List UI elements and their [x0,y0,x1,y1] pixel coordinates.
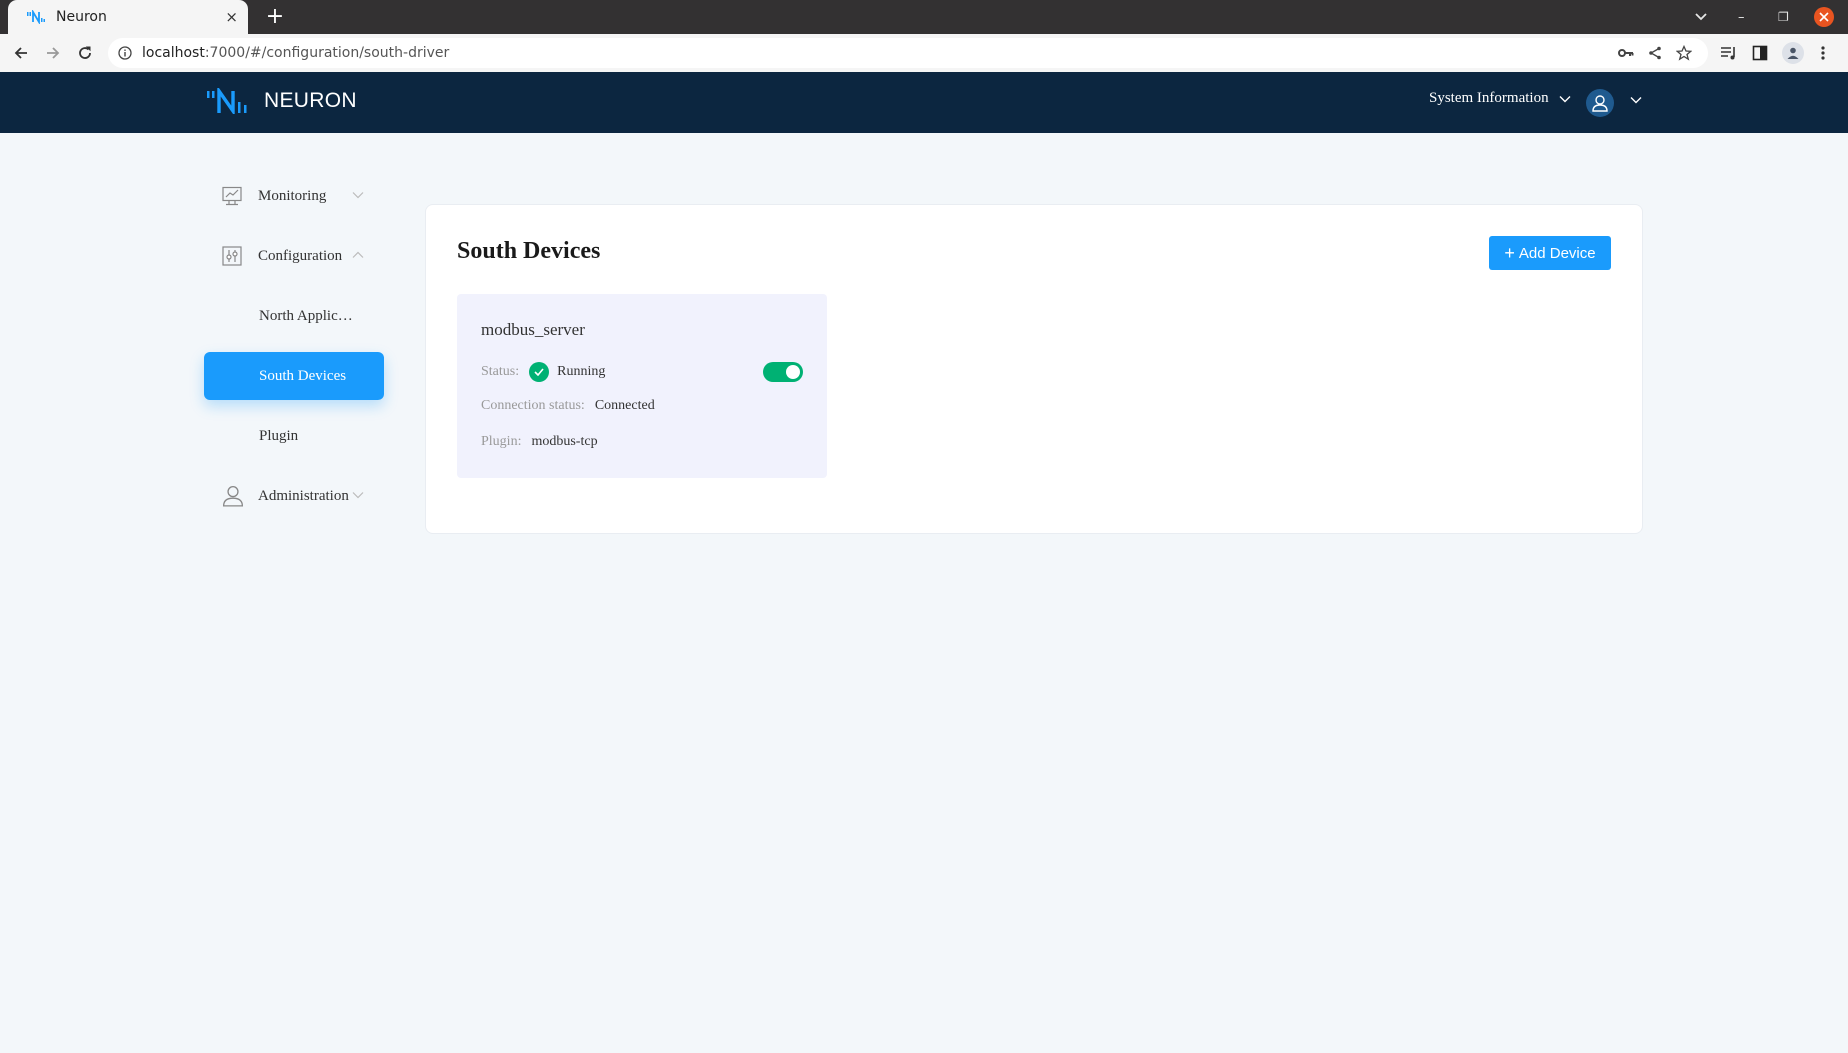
tab-close-icon[interactable]: × [225,8,238,26]
sidebar-item-monitoring[interactable]: Monitoring [204,172,384,220]
connection-status-row: Connection status: Connected [481,398,655,414]
add-device-button[interactable]: + Add Device [1489,236,1611,270]
sidebar-item-configuration[interactable]: Configuration [204,232,384,280]
new-tab-button[interactable]: + [260,2,290,32]
system-information-menu[interactable]: System Information [1429,90,1571,107]
logo[interactable]: NEURON [206,88,357,114]
neuron-logo-icon [207,88,247,114]
browser-tab-bar: Neuron × + – ❐ [0,0,1848,34]
url-host: localhost [142,45,205,61]
chevron-down-icon [352,192,364,199]
url-text: localhost:7000/#/configuration/south-dri… [142,45,449,61]
sidebar-item-south-devices[interactable]: South Devices [204,352,384,400]
system-information-label: System Information [1429,90,1549,106]
sidebar-item-label: South Devices [259,367,347,384]
sliders-icon [222,246,242,266]
connection-status-value: Connected [594,398,655,413]
sidebar-item-label: Plugin [259,427,299,444]
status-value: Running [557,364,606,379]
sidebar-item-label: Administration [258,487,349,504]
back-button[interactable] [8,40,34,66]
sidebar-item-plugin[interactable]: Plugin [204,412,384,460]
reload-button[interactable] [72,40,98,66]
key-icon[interactable] [1618,48,1634,58]
status-row: Status: Running [481,362,605,382]
arrow-left-icon [14,47,27,59]
chevron-up-icon [352,251,364,258]
status-label: Status: [481,364,520,379]
plugin-value: modbus-tcp [531,434,598,449]
star-icon[interactable] [1676,45,1692,61]
side-panel-icon[interactable] [1752,38,1768,68]
plugin-row: Plugin: modbus-tcp [481,434,598,450]
browser-toolbar: localhost:7000/#/configuration/south-dri… [0,34,1848,72]
info-icon[interactable] [118,46,132,60]
profile-icon [1787,47,1799,59]
omnibox-actions [1618,38,1708,68]
user-icon [222,485,244,507]
user-icon [1592,95,1608,112]
neuron-favicon-icon [27,10,45,24]
forward-button[interactable] [40,40,66,66]
tab-search-icon[interactable] [1694,0,1708,34]
address-bar[interactable]: localhost:7000/#/configuration/south-dri… [108,38,1708,68]
device-name: modbus_server [481,320,585,339]
arrow-right-icon [47,47,60,59]
chevron-down-icon [1559,95,1571,102]
plugin-label: Plugin: [481,434,522,449]
check-circle-icon [529,362,550,382]
plus-icon: + [1504,242,1515,263]
reload-icon [79,46,91,59]
restore-button[interactable]: ❐ [1778,0,1789,34]
minimize-button[interactable]: – [1738,0,1745,34]
device-enable-toggle[interactable] [763,362,803,382]
user-avatar[interactable] [1586,89,1614,117]
close-window-button[interactable] [1814,0,1834,34]
add-device-label: Add Device [1518,244,1596,262]
tab-title: Neuron [56,9,107,25]
sidebar-item-label: Monitoring [258,187,327,204]
sidebar-item-label: North Applic… [259,307,353,324]
sidebar-item-label: Configuration [258,247,343,264]
close-icon [1819,12,1829,22]
url-path: :7000/#/configuration/south-driver [204,45,450,61]
connection-status-label: Connection status: [481,398,585,413]
south-devices-panel: South Devices + Add Device modbus_server… [425,204,1643,534]
monitor-icon [222,186,242,206]
brand-name: NEURON [264,89,357,112]
sidebar-item-administration[interactable]: Administration [204,472,384,520]
app-header: NEURON System Information [0,72,1848,133]
device-card[interactable]: modbus_server Status: Running Connection… [457,294,827,478]
chevron-down-icon [352,492,364,499]
user-menu-chevron-icon[interactable] [1630,96,1642,104]
page-title: South Devices [457,238,601,264]
browser-tab[interactable]: Neuron × [8,0,248,34]
share-icon[interactable] [1648,46,1662,60]
sidebar-item-north-applications[interactable]: North Applic… [204,292,384,340]
profile-button[interactable] [1782,38,1804,68]
reading-list-icon[interactable] [1720,38,1738,68]
toggle-knob [786,365,800,379]
browser-menu-icon[interactable] [1820,38,1826,68]
